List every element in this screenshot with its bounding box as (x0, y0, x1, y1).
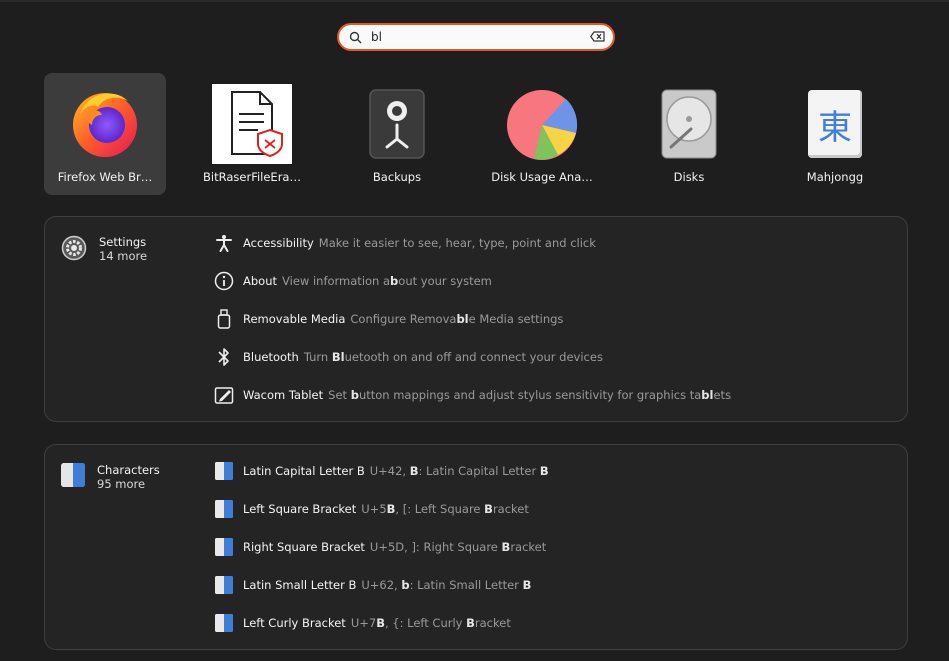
app-label: Mahjongg (806, 170, 864, 184)
app-label: Disk Usage Ana… (491, 170, 593, 184)
provider-name: Settings (99, 235, 147, 249)
character-icon (215, 614, 233, 632)
result-description: View information about your system (282, 274, 492, 288)
app-firefox[interactable]: Firefox Web Br… (44, 73, 166, 195)
app-label: BitRaserFileEra… (203, 170, 301, 184)
result-title: Left Square Bracket (243, 502, 357, 516)
result-title: Removable Media (243, 312, 346, 326)
character-icon (215, 462, 233, 480)
disks-icon (661, 89, 717, 159)
search-icon (349, 31, 362, 44)
tablet-icon (214, 387, 234, 404)
mahjongg-glyph: 東 (818, 107, 852, 148)
app-label: Backups (372, 170, 422, 184)
result-description: Configure Removable Media settings (350, 312, 564, 326)
result-description: Set button mappings and adjust stylus se… (328, 388, 732, 402)
accessibility-icon (216, 235, 232, 252)
result-about[interactable]: About View information about your system (213, 267, 492, 295)
backups-icon (369, 89, 425, 159)
app-disks[interactable]: Disks (628, 73, 750, 195)
app-disk-usage[interactable]: Disk Usage Ana… (481, 73, 603, 195)
result-character[interactable]: Left Square Bracket U+5B, [: Left Square… (213, 495, 529, 523)
bluetooth-icon (218, 348, 229, 366)
top-edge (0, 0, 949, 2)
provider-name: Characters (97, 463, 160, 477)
settings-results-panel: Settings 14 more Accessibility Make it e… (44, 216, 908, 422)
usb-icon (217, 309, 231, 329)
app-backups[interactable]: Backups (336, 73, 458, 195)
result-title: Bluetooth (243, 350, 299, 364)
result-title: About (243, 274, 278, 288)
app-mahjongg[interactable]: 東 Mahjongg (774, 73, 896, 195)
app-label: Disks (673, 170, 705, 184)
app-bitraser[interactable]: BitRaserFileEra… (191, 73, 313, 195)
result-accessibility[interactable]: Accessibility Make it easier to see, hea… (213, 229, 596, 257)
characters-provider[interactable]: Characters 95 more (61, 463, 160, 491)
mahjongg-icon: 東 (808, 90, 862, 158)
result-title: Accessibility (243, 236, 314, 250)
result-character[interactable]: Latin Capital Letter B U+42, B: Latin Ca… (213, 457, 549, 485)
info-icon (214, 271, 234, 291)
character-icon (215, 500, 233, 518)
result-character[interactable]: Left Curly Bracket U+7B, {: Left Curly B… (213, 609, 511, 637)
character-icon (215, 538, 233, 556)
character-icon (215, 576, 233, 594)
search-input[interactable] (371, 28, 586, 46)
result-description: U+62, b: Latin Small Letter B (361, 578, 532, 592)
result-title: Latin Capital Letter B (243, 464, 365, 478)
search-field[interactable] (337, 23, 615, 51)
bitraser-icon (212, 84, 292, 164)
settings-provider[interactable]: Settings 14 more (61, 235, 147, 263)
provider-more-count: 14 more (99, 249, 148, 263)
clear-search-icon[interactable] (590, 31, 605, 42)
app-label: Firefox Web Br… (57, 170, 153, 184)
disk-usage-icon (507, 90, 578, 160)
result-description: U+5B, [: Left Square Bracket (361, 502, 529, 516)
result-title: Left Curly Bracket (243, 616, 346, 630)
result-wacom-tablet[interactable]: Wacom Tablet Set button mappings and adj… (213, 381, 731, 409)
characters-app-icon (61, 463, 85, 487)
result-removable-media[interactable]: Removable Media Configure Removable Medi… (213, 305, 563, 333)
characters-results-panel: Characters 95 more Latin Capital Letter … (44, 444, 908, 650)
result-bluetooth[interactable]: Bluetooth Turn Bluetooth on and off and … (213, 343, 603, 371)
result-title: Wacom Tablet (243, 388, 324, 402)
result-title: Right Square Bracket (243, 540, 365, 554)
result-character[interactable]: Latin Small Letter B U+62, b: Latin Smal… (213, 571, 531, 599)
result-description: Make it easier to see, hear, type, point… (318, 236, 596, 250)
result-description: U+5D, ]: Right Square Bracket (369, 540, 547, 554)
result-character[interactable]: Right Square Bracket U+5D, ]: Right Squa… (213, 533, 546, 561)
firefox-icon (73, 93, 137, 157)
result-title: Latin Small Letter B (243, 578, 357, 592)
result-description: U+7B, {: Left Curly Bracket (350, 616, 511, 630)
result-description: Turn Bluetooth on and off and connect yo… (303, 350, 603, 364)
settings-gear-icon (61, 235, 87, 261)
provider-more-count: 95 more (97, 477, 146, 491)
result-description: U+42, B: Latin Capital Letter B (369, 464, 549, 478)
